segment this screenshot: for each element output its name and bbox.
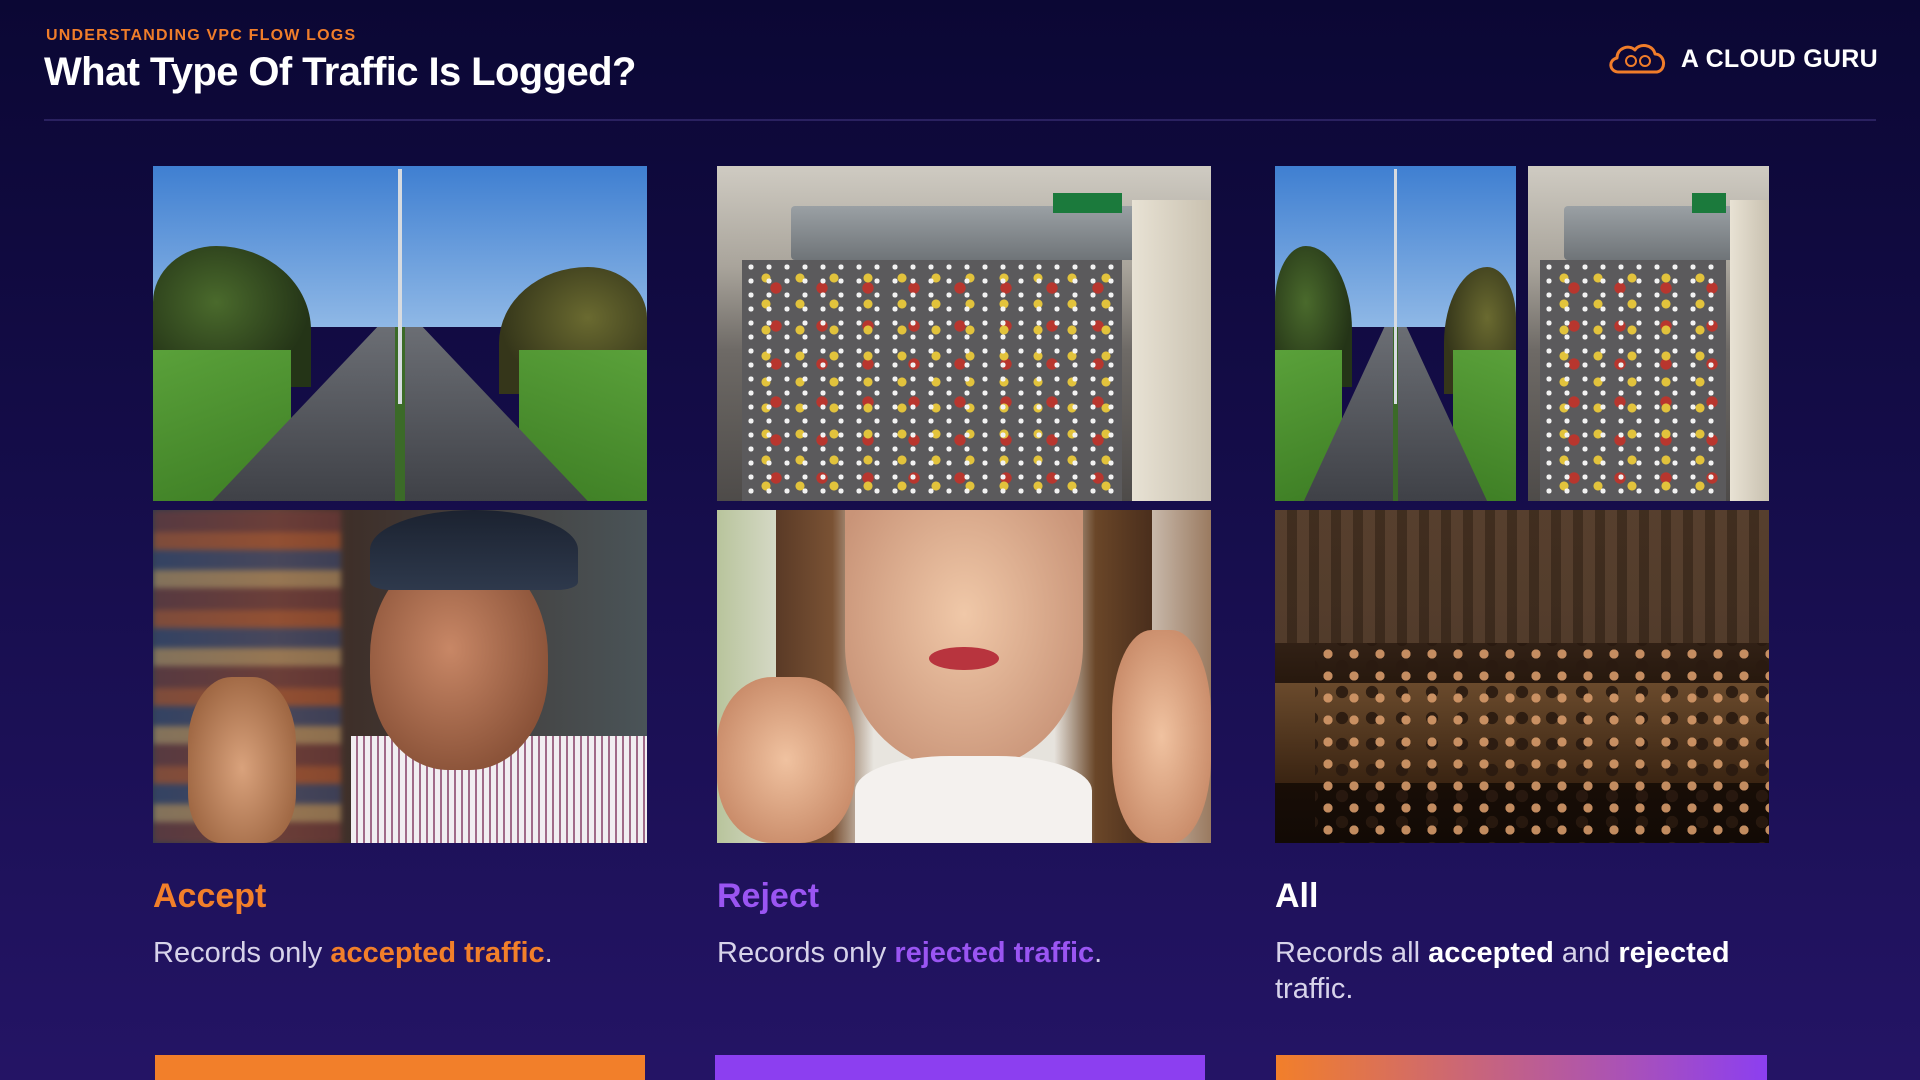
desc-highlight: rejected	[1618, 937, 1730, 969]
all-accent-bar	[1276, 1055, 1767, 1080]
desc-text: traffic.	[1275, 973, 1354, 1005]
cloud-logo-icon	[1609, 44, 1665, 74]
reject-heading: Reject	[717, 877, 820, 915]
traffic-jam-photo-small	[1528, 166, 1769, 501]
desc-text: and	[1553, 937, 1619, 969]
accept-accent-bar	[155, 1055, 645, 1080]
desc-highlight: accepted traffic	[330, 937, 545, 969]
reject-description: Records only rejected traffic.	[717, 935, 1211, 971]
desc-text: Records only	[153, 937, 331, 969]
accept-column: Accept Records only accepted traffic.	[153, 166, 647, 971]
combined-road-photos	[1275, 166, 1769, 501]
eyebrow-label: UNDERSTANDING VPC FLOW LOGS	[46, 27, 357, 44]
reject-accent-bar	[715, 1055, 1205, 1080]
desc-text: Records only	[717, 937, 895, 969]
reject-column: Reject Records only rejected traffic.	[717, 166, 1211, 971]
all-description: Records all accepted and rejected traffi…	[1275, 935, 1769, 1007]
traffic-jam-photo	[717, 166, 1211, 501]
desc-highlight: rejected traffic	[894, 937, 1095, 969]
crowd-photo	[1275, 510, 1769, 843]
desc-text: .	[544, 937, 553, 969]
brand-name: A CLOUD GURU	[1680, 44, 1878, 73]
accept-heading: Accept	[153, 877, 267, 915]
slide-title: What Type Of Traffic Is Logged?	[44, 50, 636, 94]
desc-text: Records all	[1275, 937, 1429, 969]
header-divider	[44, 119, 1876, 121]
accept-description: Records only accepted traffic.	[153, 935, 647, 971]
thumbs-up-photo	[153, 510, 647, 843]
highway-photo-small	[1275, 166, 1516, 501]
desc-highlight: accepted	[1428, 937, 1554, 969]
desc-text: .	[1094, 937, 1103, 969]
highway-photo	[153, 166, 647, 501]
thumbs-down-photo	[717, 510, 1211, 843]
brand-logo: A CLOUD GURU	[1605, 40, 1878, 78]
all-column: All Records all accepted and rejected tr…	[1275, 166, 1769, 1007]
all-heading: All	[1275, 877, 1319, 915]
